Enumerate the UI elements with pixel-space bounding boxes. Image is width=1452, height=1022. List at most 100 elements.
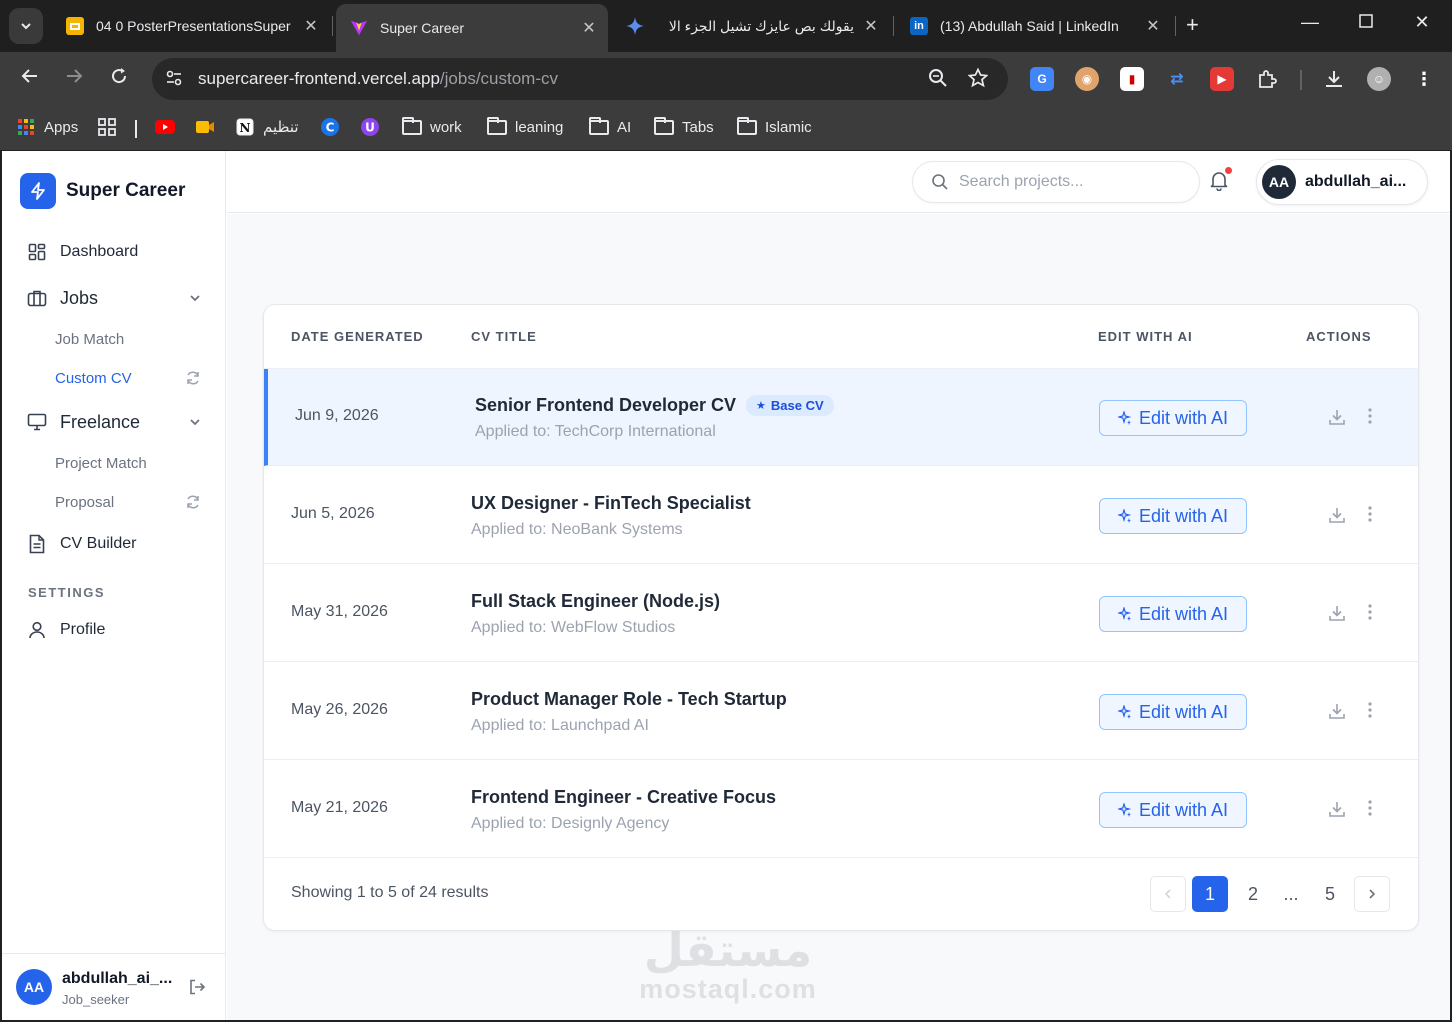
sidebar-item-job-match[interactable]: Job Match (55, 331, 201, 348)
sidebar-item-jobs[interactable]: Jobs (26, 287, 202, 309)
bookmark-folder-ai[interactable]: AI (589, 116, 631, 138)
more-options-icon[interactable] (1367, 504, 1373, 529)
edit-with-ai-button[interactable]: Edit with AI (1099, 596, 1247, 632)
lightning-icon (20, 173, 56, 209)
bookmark-meet[interactable] (195, 116, 223, 138)
bookmark-apps[interactable]: Apps (16, 116, 78, 138)
more-options-icon[interactable] (1367, 700, 1373, 725)
address-bar[interactable]: supercareer-frontend.vercel.app/jobs/cus… (152, 58, 1008, 100)
notification-dot (1225, 167, 1232, 174)
reload-icon[interactable] (105, 65, 133, 93)
maximize-icon[interactable] (1346, 12, 1386, 33)
table-row[interactable]: Jun 5, 2026 UX Designer - FinTech Specia… (264, 467, 1418, 564)
results-summary: Showing 1 to 5 of 24 results (291, 884, 489, 901)
extension-red-icon[interactable]: ▶ (1210, 67, 1234, 91)
edit-with-ai-button[interactable]: Edit with AI (1099, 792, 1247, 828)
chevron-down-icon[interactable] (188, 289, 202, 310)
button-label: Edit with AI (1138, 799, 1229, 820)
search-icon (931, 173, 949, 196)
bookmark-youtube[interactable] (155, 116, 183, 138)
sidebar-item-project-match[interactable]: Project Match (55, 455, 201, 472)
browser-tab-active[interactable]: Super Career ✕ (336, 4, 608, 52)
settings-heading: SETTINGS (28, 585, 106, 600)
bookmark-folder-tabs[interactable]: Tabs (654, 116, 714, 138)
page-button-2[interactable]: 2 (1235, 876, 1271, 912)
user-menu[interactable]: AA abdullah_ai... (1256, 159, 1428, 205)
bookmark-folder-leaning[interactable]: leaning (487, 116, 563, 138)
brand[interactable]: Super Career (20, 173, 185, 209)
page-button-5[interactable]: 5 (1312, 876, 1348, 912)
browser-tab[interactable]: يقولك بص عايزك تشيل الجزء الا ✕ (612, 8, 890, 44)
chevron-down-icon[interactable] (188, 413, 202, 434)
download-icon[interactable] (1327, 799, 1347, 824)
bookmark-u[interactable]: U (360, 116, 388, 138)
bookmark-grid[interactable] (97, 116, 125, 138)
profile-avatar-icon[interactable]: ☺ (1367, 67, 1391, 91)
minimize-icon[interactable]: — (1290, 12, 1330, 33)
download-icon[interactable] (1327, 505, 1347, 530)
bookmark-label: work (430, 118, 462, 136)
new-tab-icon[interactable]: + (1186, 12, 1199, 38)
close-tab-icon[interactable]: ✕ (302, 16, 320, 36)
tab-search-button[interactable] (9, 8, 43, 44)
next-page-button[interactable] (1354, 876, 1390, 912)
sparkle-icon (1117, 509, 1132, 523)
close-tab-icon[interactable]: ✕ (862, 16, 880, 36)
sidebar-item-dashboard[interactable]: Dashboard (26, 241, 202, 263)
download-icon[interactable] (1327, 603, 1347, 628)
more-options-icon[interactable] (1367, 798, 1373, 823)
table-row[interactable]: May 26, 2026 Product Manager Role - Tech… (264, 663, 1418, 760)
back-icon[interactable] (16, 65, 44, 93)
edit-with-ai-button[interactable]: Edit with AI (1099, 400, 1247, 436)
extension-bars-icon[interactable]: ▮ (1120, 67, 1144, 91)
site-settings-icon[interactable] (164, 69, 184, 89)
bookmark-c[interactable]: C (320, 116, 348, 138)
bookmark-folder-work[interactable]: work (402, 116, 462, 138)
edit-with-ai-button[interactable]: Edit with AI (1099, 694, 1247, 730)
edit-with-ai-button[interactable]: Edit with AI (1099, 498, 1247, 534)
swap-icon[interactable]: ⇄ (1165, 67, 1189, 91)
sidebar-item-freelance[interactable]: Freelance (26, 411, 202, 433)
table-row[interactable]: May 31, 2026 Full Stack Engineer (Node.j… (264, 565, 1418, 662)
browser-tab[interactable]: 04 0 PosterPresentationsSuper ✕ (52, 8, 330, 44)
sidebar-item-cv-builder[interactable]: CV Builder (26, 533, 202, 555)
browser-tab[interactable]: in (13) Abdullah Said | LinkedIn ✕ (896, 8, 1172, 44)
close-tab-icon[interactable]: ✕ (1144, 16, 1162, 36)
avatar[interactable]: AA (16, 969, 52, 1005)
table-row[interactable]: May 21, 2026 Frontend Engineer - Creativ… (264, 761, 1418, 858)
zoom-icon[interactable] (928, 68, 948, 93)
translate-icon[interactable]: G (1030, 67, 1054, 91)
close-window-icon[interactable]: ✕ (1402, 12, 1442, 33)
close-tab-icon[interactable]: ✕ (580, 18, 598, 38)
page-button-1[interactable]: 1 (1192, 876, 1228, 912)
browser-toolbar: supercareer-frontend.vercel.app/jobs/cus… (0, 52, 1452, 106)
bookmark-notion[interactable]: N تنظيم (235, 116, 299, 138)
notification-bell-icon[interactable] (1208, 167, 1232, 196)
search-input[interactable] (959, 172, 1179, 192)
bookmark-folder-islamic[interactable]: Islamic (737, 116, 812, 138)
sidebar-item-custom-cv[interactable]: Custom CV (55, 370, 201, 387)
table-row[interactable]: Jun 9, 2026 Senior Frontend Developer CV… (264, 369, 1418, 466)
url-path: /jobs/custom-cv (439, 69, 559, 88)
more-options-icon[interactable] (1367, 602, 1373, 627)
row-date: May 26, 2026 (291, 701, 388, 718)
prev-page-button[interactable] (1150, 876, 1186, 912)
download-icon[interactable] (1322, 67, 1346, 91)
bookmark-star-icon[interactable] (967, 67, 989, 93)
forward-icon[interactable] (60, 65, 88, 93)
sidebar-item-proposal[interactable]: Proposal (55, 494, 201, 511)
extension-face-icon[interactable]: ◉ (1075, 67, 1099, 91)
folder-icon (402, 116, 422, 136)
column-header-title: CV TITLE (471, 329, 537, 344)
download-icon[interactable] (1327, 407, 1347, 432)
sparkle-icon (1117, 607, 1132, 621)
menu-kebab-icon[interactable]: ⋮ (1412, 67, 1436, 91)
url-host: supercareer-frontend.vercel.app (198, 69, 440, 88)
extensions-puzzle-icon[interactable] (1255, 67, 1279, 91)
sidebar-item-profile[interactable]: Profile (26, 619, 202, 641)
download-icon[interactable] (1327, 701, 1347, 726)
logout-icon[interactable] (188, 978, 206, 1001)
more-options-icon[interactable] (1367, 406, 1373, 431)
brand-name: Super Career (66, 180, 186, 201)
search-box[interactable] (912, 161, 1200, 203)
